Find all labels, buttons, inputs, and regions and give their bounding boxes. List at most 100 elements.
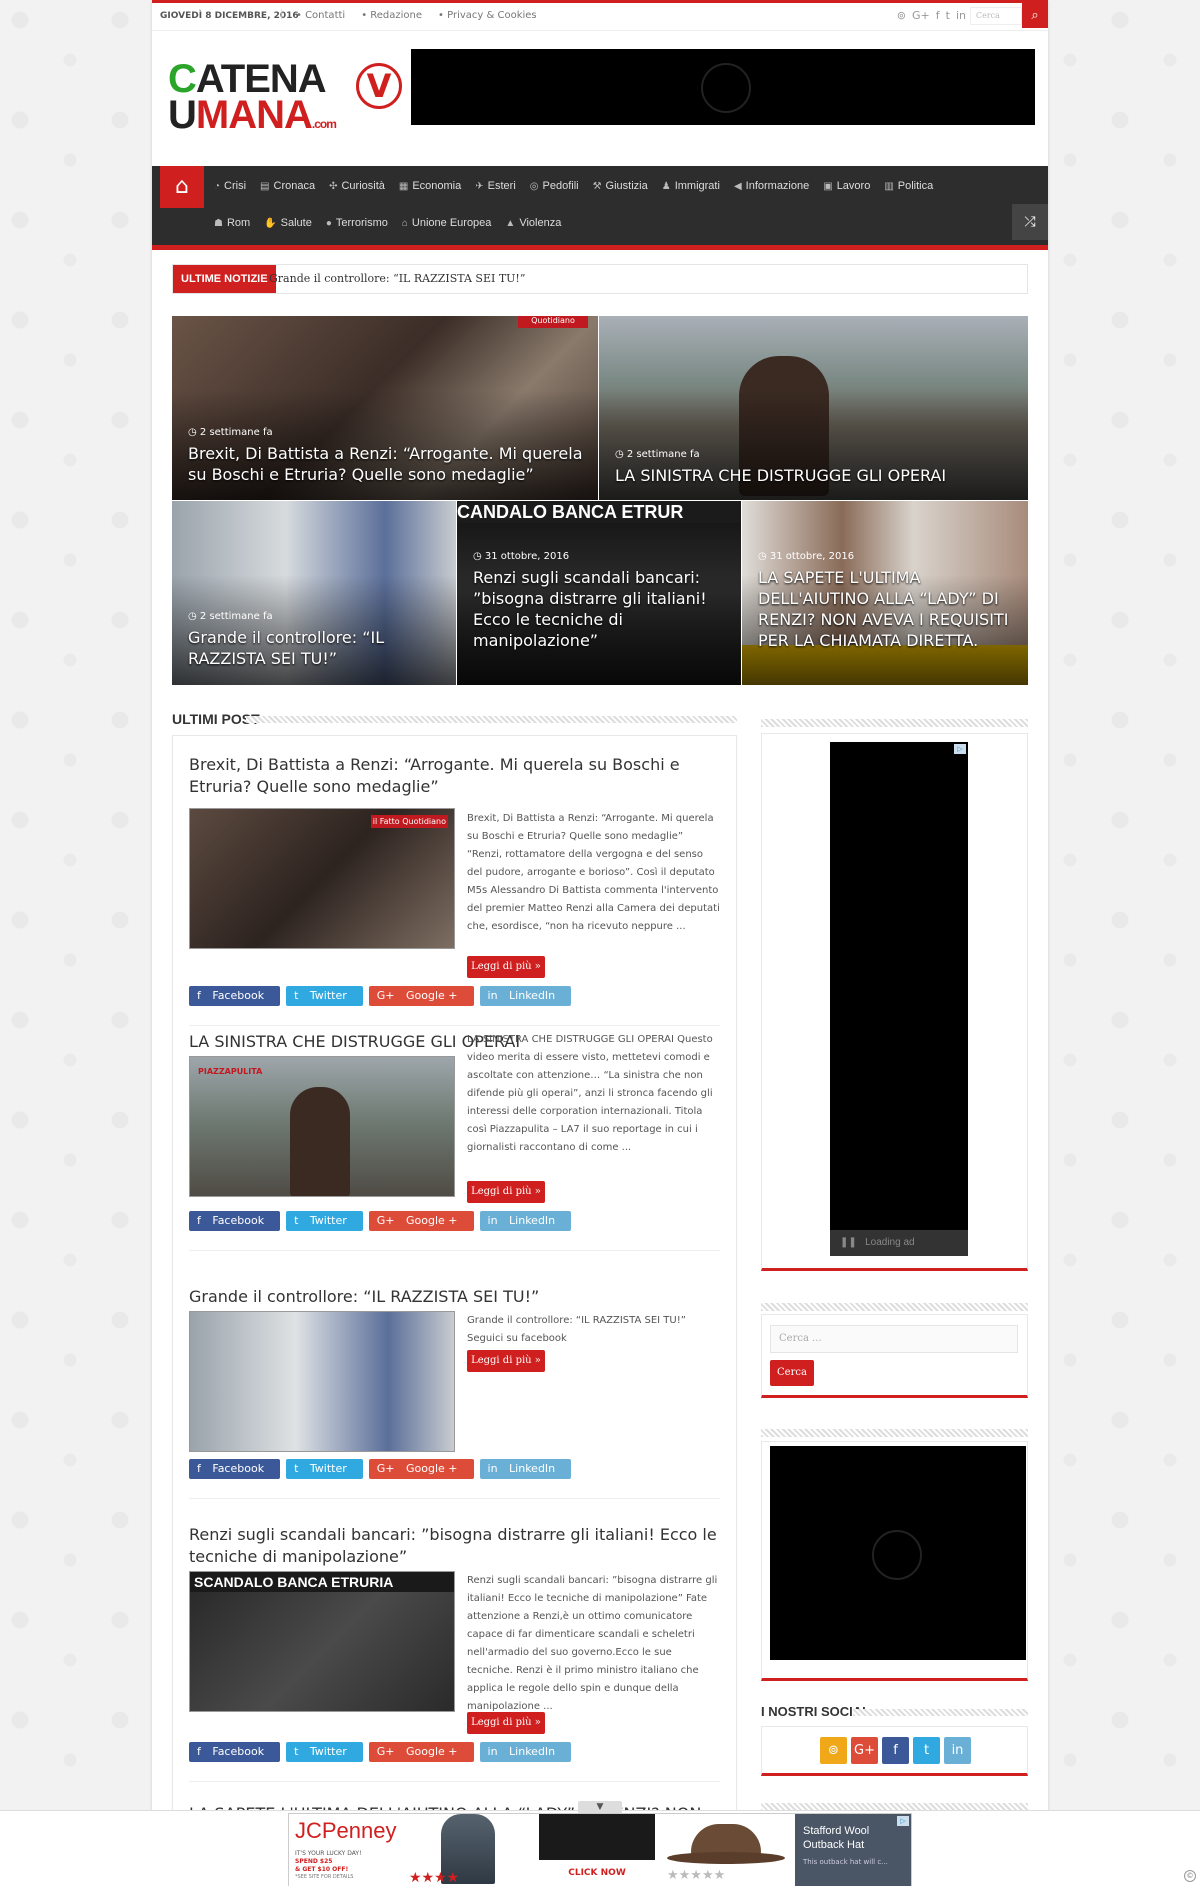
warning-icon: ▲: [505, 218, 516, 229]
share-google-button[interactable]: G+ Google +: [368, 1742, 474, 1762]
nav-item-informazione[interactable]: ◀ Informazione: [734, 180, 818, 192]
share-twitter-button[interactable]: t Twitter: [286, 1459, 363, 1479]
post-thumbnail[interactable]: PIAZZAPULITA: [189, 1056, 455, 1197]
link-privacy[interactable]: • Privacy & Cookies: [438, 10, 537, 21]
collapse-ad-button[interactable]: ▼: [578, 1801, 622, 1813]
bottom-ad[interactable]: JCPenney IT'S YOUR LUCKY DAY! SPEND $25 …: [288, 1813, 912, 1886]
social-widget: ⊚ G+ f t in: [761, 1726, 1028, 1776]
nav-item-violenza[interactable]: ▲ Violenza: [505, 217, 570, 229]
breaking-link[interactable]: Grande il controllore: “IL RAZZISTA SEI …: [269, 272, 525, 285]
info-icon[interactable]: ©: [1184, 1870, 1196, 1882]
home-button[interactable]: ⌂: [160, 166, 204, 208]
post-item: LA SINISTRA CHE DISTRUGGE GLI OPERAI PIA…: [189, 1031, 720, 1251]
nav-item-economia[interactable]: ▦ Economia: [399, 180, 470, 192]
ad-jcpenney[interactable]: JCPenney IT'S YOUR LUCKY DAY! SPEND $25 …: [289, 1814, 539, 1886]
site-logo[interactable]: CATENA UMANA.com V: [168, 59, 408, 141]
top-search-input[interactable]: Cerca: [970, 7, 1022, 25]
slider-tile-4[interactable]: CANDALO BANCA ETRUR ◷ 31 ottobre, 2016 R…: [457, 501, 741, 685]
post-title[interactable]: Brexit, Di Battista a Renzi: “Arrogante.…: [189, 754, 720, 798]
nav-item-crisi[interactable]: ◔ Crisi: [214, 180, 255, 192]
nav-item-pedofili[interactable]: ◎ Pedofili: [530, 180, 588, 192]
nav-item-politica[interactable]: ▥ Politica: [884, 180, 942, 192]
spinner-icon: [872, 1530, 922, 1580]
google-plus-icon[interactable]: G+: [912, 9, 930, 22]
facebook-icon[interactable]: f: [882, 1737, 909, 1764]
share-linkedin-button[interactable]: in LinkedIn: [479, 1459, 572, 1479]
share-facebook-button[interactable]: f Facebook: [189, 1459, 281, 1479]
posts-list: Brexit, Di Battista a Renzi: “Arrogante.…: [172, 735, 737, 1886]
nav-item-unione-europea[interactable]: ⌂ Unione Europea: [402, 217, 501, 229]
sidebar-ad[interactable]: ▷ ❚❚ Loading ad: [830, 742, 968, 1256]
slider-tile-1[interactable]: Quotidiano ◷ 2 settimane fa Brexit, Di B…: [172, 316, 598, 500]
post-thumbnail[interactable]: il Fatto Quotidiano: [189, 808, 455, 949]
slider-tile-2[interactable]: ◷ 2 settimane fa LA SINISTRA CHE DISTRUG…: [599, 316, 1028, 500]
share-google-button[interactable]: G+ Google +: [368, 1211, 474, 1231]
read-more-button[interactable]: Leggi di più »: [467, 956, 545, 978]
nav-item-label: Immigrati: [674, 180, 720, 192]
share-google-button[interactable]: G+ Google +: [368, 1459, 474, 1479]
nav-item-rom[interactable]: ☗ Rom: [214, 217, 259, 229]
tile-date: ◷ 2 settimane fa: [188, 611, 273, 622]
rss-icon[interactable]: ⊚: [897, 9, 906, 22]
nav-item-terrorismo[interactable]: ● Terrorismo: [326, 217, 397, 229]
chart-icon: ▦: [398, 181, 409, 192]
link-redazione[interactable]: • Redazione: [361, 10, 422, 21]
ad-choices-icon[interactable]: ▷: [954, 744, 966, 754]
linkedin-icon[interactable]: in: [944, 1737, 971, 1764]
post-title[interactable]: Grande il controllore: “IL RAZZISTA SEI …: [189, 1286, 720, 1308]
facebook-icon[interactable]: f: [936, 9, 940, 22]
share-twitter-button[interactable]: t Twitter: [286, 986, 363, 1006]
share-twitter-button[interactable]: t Twitter: [286, 1211, 363, 1231]
share-google-button[interactable]: G+ Google +: [368, 986, 474, 1006]
google-plus-icon[interactable]: G+: [851, 1737, 878, 1764]
nav-item-label: Crisi: [224, 180, 247, 192]
top-social-icons: ⊚ G+ f t in: [897, 9, 966, 22]
share-bar: f Facebook t Twitter G+ Google + in Link…: [189, 1742, 572, 1762]
link-contatti[interactable]: • Contatti: [296, 10, 345, 21]
twitter-icon[interactable]: t: [913, 1737, 940, 1764]
post-title[interactable]: Renzi sugli scandali bancari: ”bisogna d…: [189, 1524, 720, 1568]
nav-item-esteri[interactable]: ✈ Esteri: [475, 180, 525, 192]
share-twitter-button[interactable]: t Twitter: [286, 1742, 363, 1762]
ad-choices-icon[interactable]: ▷: [897, 1816, 909, 1826]
linkedin-icon[interactable]: in: [956, 9, 966, 22]
share-linkedin-button[interactable]: in LinkedIn: [479, 1211, 572, 1231]
nav-item-cronaca[interactable]: ▤ Cronaca: [260, 180, 324, 192]
top-links: • Contatti • Redazione • Privacy & Cooki…: [296, 10, 537, 21]
read-more-button[interactable]: Leggi di più »: [467, 1712, 545, 1734]
sidebar-search-button[interactable]: Cerca: [770, 1360, 814, 1386]
share-facebook-button[interactable]: f Facebook: [189, 1742, 281, 1762]
nav-item-salute[interactable]: ✋ Salute: [264, 217, 321, 229]
share-linkedin-button[interactable]: in LinkedIn: [479, 986, 572, 1006]
plane-icon: ✈: [475, 181, 484, 192]
hat-image[interactable]: ★★★★★: [657, 1814, 795, 1886]
share-linkedin-button[interactable]: in LinkedIn: [479, 1742, 572, 1762]
nav-item-immigrati[interactable]: ♟ Immigrati: [662, 180, 729, 192]
twitter-icon[interactable]: t: [946, 9, 950, 22]
post-thumbnail[interactable]: [189, 1311, 455, 1452]
hat-info[interactable]: Stafford Wool Outback Hat This outback h…: [795, 1814, 911, 1886]
rss-icon[interactable]: ⊚: [820, 1737, 847, 1764]
ad-cta-panel[interactable]: CLICK NOW: [539, 1814, 655, 1886]
tile-date: ◷ 2 settimane fa: [615, 449, 700, 460]
nav-item-curiosit-[interactable]: ✣ Curiosità: [329, 180, 394, 192]
search-button[interactable]: ⌕: [1022, 3, 1048, 28]
newspaper-icon: ▤: [260, 181, 270, 192]
sidebar-video[interactable]: [770, 1446, 1026, 1660]
read-more-button[interactable]: Leggi di più »: [467, 1350, 545, 1372]
share-facebook-button[interactable]: f Facebook: [189, 1211, 281, 1231]
random-post-button[interactable]: ⤮: [1012, 204, 1048, 240]
read-more-button[interactable]: Leggi di più »: [467, 1181, 545, 1203]
post-thumbnail[interactable]: SCANDALO BANCA ETRURIA: [189, 1571, 455, 1712]
nav-item-giustizia[interactable]: ⚒ Giustizia: [593, 180, 657, 192]
sidebar-search-input[interactable]: Cerca ...: [770, 1325, 1018, 1353]
header-video-ad[interactable]: [411, 49, 1035, 125]
click-now-button[interactable]: CLICK NOW: [539, 1860, 655, 1886]
nav-item-label: Salute: [280, 217, 312, 229]
slider-tile-3[interactable]: ◷ 2 settimane fa Grande il controllore: …: [172, 501, 456, 685]
nav-item-lavoro[interactable]: ▣ Lavoro: [823, 180, 879, 192]
slider-tile-5[interactable]: ◷ 31 ottobre, 2016 LA SAPETE L'ULTIMA DE…: [742, 501, 1028, 685]
share-facebook-button[interactable]: f Facebook: [189, 986, 281, 1006]
nav-row-2: ☗ Rom ✋ Salute ● Terrorismo ⌂ Unione Europea ▲ Vi…: [214, 217, 575, 229]
columns-icon: ▥: [884, 181, 894, 192]
